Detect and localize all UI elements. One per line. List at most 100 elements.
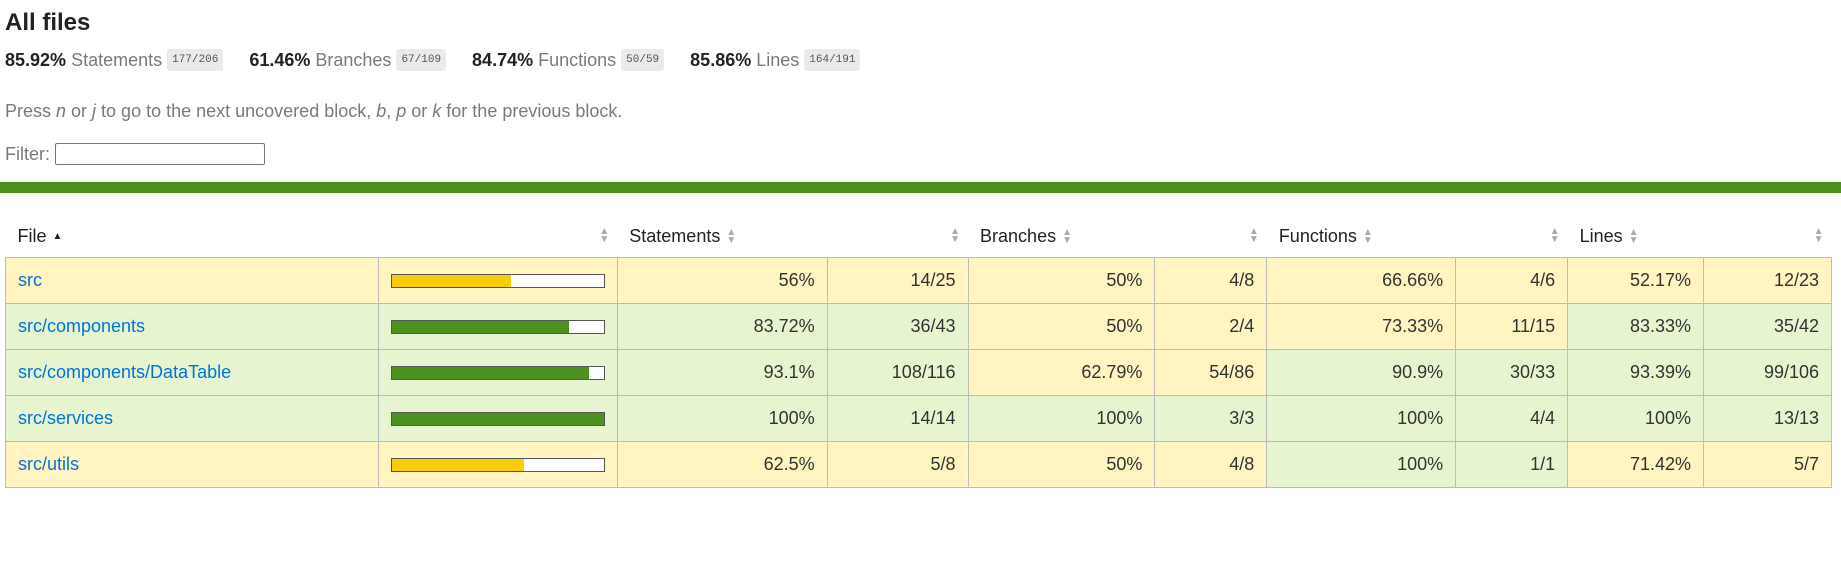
statements-pct-cell: 93.1% <box>616 349 828 396</box>
file-link[interactable]: src/utils <box>18 454 79 474</box>
sort-icon: ▲ ▼ <box>1362 226 1373 246</box>
column-header-lines-raw[interactable]: ▲ ▼ <box>1704 215 1832 258</box>
table-row: src 56% 14/25 50% 4/8 66.66% 4/6 52.17% 12/23 <box>5 257 1832 304</box>
hint-key: k <box>432 101 442 121</box>
file-cell: src/services <box>5 395 379 442</box>
branches-pct-cell: 50% <box>967 303 1156 350</box>
statements-pct-cell: 83.72% <box>616 303 828 350</box>
statements-fraction-cell: 108/116 <box>826 349 969 396</box>
column-header-functions-raw[interactable]: ▲ ▼ <box>1456 215 1568 258</box>
sort-icon: ▲ ▼ <box>950 226 961 245</box>
page-title: All files <box>5 9 91 36</box>
hint-key: p <box>396 101 407 121</box>
sort-icon: ▲ ▼ <box>1062 226 1072 246</box>
coverage-table: File ▲ ▲ ▼ Statements ▲ ▼ ▲ ▼ Branches ▲ ▼ ▲ ▼ F… <box>5 215 1832 488</box>
file-cell: src/components <box>5 303 379 350</box>
lines-fraction-cell: 99/106 <box>1703 349 1832 396</box>
summary-pct: 85.92% <box>5 49 67 70</box>
summary-fraction-badge: 164/191 <box>804 49 861 71</box>
branches-fraction-cell: 2/4 <box>1154 303 1268 350</box>
sort-icon: ▲ ▼ <box>1628 226 1639 246</box>
sort-icon: ▲ ▼ <box>1813 226 1824 245</box>
hint-text: for the previous block. <box>441 101 623 121</box>
branches-pct-cell: 62.79% <box>967 349 1156 396</box>
header-label: File <box>17 225 47 246</box>
hint-key: b <box>376 101 387 121</box>
statements-pct-cell: 100% <box>616 395 828 442</box>
file-link[interactable]: src/components <box>18 316 145 336</box>
branches-pct-cell: 50% <box>967 257 1156 304</box>
functions-fraction-cell: 30/33 <box>1455 349 1569 396</box>
summary-pct: 84.74% <box>472 49 534 70</box>
statements-fraction-cell: 36/43 <box>826 303 969 350</box>
statements-fraction-cell: 14/14 <box>826 395 969 442</box>
lines-pct-cell: 83.33% <box>1567 303 1704 350</box>
header-label: Lines <box>1579 225 1623 246</box>
filter-input[interactable] <box>55 143 265 165</box>
coverage-bar-fill <box>391 458 525 471</box>
lines-pct-cell: 52.17% <box>1567 257 1704 304</box>
column-header-branches-raw[interactable]: ▲ ▼ <box>1155 215 1267 258</box>
header-label: Functions <box>1278 225 1357 246</box>
summary-fraction-badge: 50/59 <box>621 49 665 71</box>
functions-fraction-cell: 11/15 <box>1455 303 1569 350</box>
sort-icon: ▲ ▼ <box>1248 226 1259 245</box>
coverage-chart-cell <box>377 303 618 350</box>
coverage-chart-cell <box>377 257 618 304</box>
functions-fraction-cell: 4/4 <box>1455 395 1569 442</box>
sort-icon: ▲ ▼ <box>1549 226 1560 245</box>
column-header-branches[interactable]: Branches ▲ ▼ <box>968 215 1155 258</box>
file-cell: src/utils <box>5 441 379 488</box>
hint-text: or <box>406 101 433 121</box>
file-cell: src/components/DataTable <box>5 349 379 396</box>
coverage-bar-fill <box>391 412 604 425</box>
file-link[interactable]: src/components/DataTable <box>18 362 231 382</box>
statements-pct-cell: 62.5% <box>616 441 828 488</box>
coverage-bar <box>390 411 605 426</box>
coverage-chart-cell <box>377 395 618 442</box>
file-cell: src <box>5 257 379 304</box>
keyboard-hint: Press n or j to go to the next uncovered… <box>5 100 1836 122</box>
column-header-lines[interactable]: Lines ▲ ▼ <box>1568 215 1704 258</box>
coverage-chart-cell <box>377 349 618 396</box>
functions-fraction-cell: 1/1 <box>1455 441 1569 488</box>
table-row: src/components/DataTable 93.1% 108/116 62.7… <box>5 349 1832 396</box>
column-header-file[interactable]: File ▲ <box>6 215 379 258</box>
summary-pct: 61.46% <box>249 49 311 70</box>
file-link[interactable]: src <box>18 270 42 290</box>
lines-fraction-cell: 35/42 <box>1703 303 1832 350</box>
column-header-statements-raw[interactable]: ▲ ▼ <box>827 215 968 258</box>
column-header-statements[interactable]: Statements ▲ ▼ <box>617 215 827 258</box>
branches-fraction-cell: 54/86 <box>1154 349 1268 396</box>
summary-functions: 84.74% Functions 50/59 <box>472 49 665 71</box>
hint-text: Press <box>5 101 57 121</box>
branches-fraction-cell: 4/8 <box>1154 257 1268 304</box>
lines-pct-cell: 93.39% <box>1567 349 1704 396</box>
table-header-row: File ▲ ▲ ▼ Statements ▲ ▼ ▲ ▼ Branches ▲ ▼ ▲ ▼ F… <box>6 215 1832 258</box>
summary-fraction-badge: 177/206 <box>167 49 224 71</box>
lines-fraction-cell: 13/13 <box>1703 395 1832 442</box>
lines-fraction-cell: 12/23 <box>1703 257 1832 304</box>
summary-label: Functions <box>538 49 617 70</box>
branches-pct-cell: 50% <box>967 441 1156 488</box>
lines-fraction-cell: 5/7 <box>1703 441 1832 488</box>
summary-label: Statements <box>71 49 163 70</box>
table-row: src/utils 62.5% 5/8 50% 4/8 100% 1/1 71.42% 5/7 <box>5 441 1832 488</box>
coverage-bar <box>390 365 605 380</box>
header: All files 85.92% Statements 177/206 61.4… <box>0 0 1841 168</box>
hint-key: n <box>56 101 67 121</box>
column-header-file-chart[interactable]: ▲ ▼ <box>378 215 617 258</box>
hint-text: , <box>386 101 397 121</box>
functions-pct-cell: 100% <box>1266 395 1457 442</box>
functions-pct-cell: 90.9% <box>1266 349 1457 396</box>
header-label: Branches <box>980 225 1057 246</box>
functions-fraction-cell: 4/6 <box>1455 257 1569 304</box>
coverage-chart-cell <box>377 441 618 488</box>
branches-fraction-cell: 3/3 <box>1154 395 1268 442</box>
summary-pct: 85.86% <box>690 49 752 70</box>
header-label: Statements <box>629 225 721 246</box>
summary-branches: 61.46% Branches 67/109 <box>249 49 447 71</box>
column-header-functions[interactable]: Functions ▲ ▼ <box>1267 215 1456 258</box>
branches-pct-cell: 100% <box>967 395 1156 442</box>
file-link[interactable]: src/services <box>18 408 113 428</box>
